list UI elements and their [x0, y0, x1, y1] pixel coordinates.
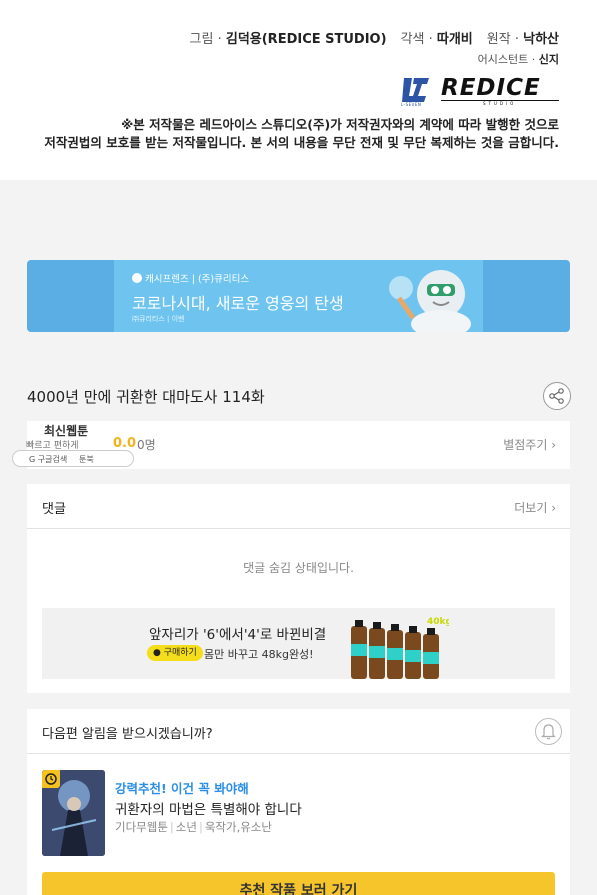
- publisher-logos: L-SEVEN REDICE STUDIO: [401, 74, 559, 108]
- l-seven-wordmark: L-SEVEN: [401, 102, 422, 107]
- wait-free-badge: [42, 770, 60, 788]
- recommended-title[interactable]: 귀환자의 마법은 특별해야 합니다: [115, 798, 302, 818]
- hazmat-character-illustration: [389, 270, 471, 332]
- art-name: 김덕용(REDICE STUDIO): [225, 32, 387, 47]
- bell-icon: [541, 724, 556, 740]
- comments-title: 댓글: [42, 502, 66, 517]
- comments-more-link[interactable]: 더보기 ›: [514, 499, 556, 516]
- notification-toggle-button[interactable]: [535, 718, 562, 745]
- ad-banner-title: 코로나시대, 새로운 영웅의 탄생: [132, 294, 344, 313]
- share-button[interactable]: [543, 382, 571, 410]
- comments-hidden-message: 댓글 숨김 상태입니다.: [243, 561, 354, 575]
- redice-wordmark: REDICE: [441, 75, 541, 101]
- recommended-tag: 소년: [175, 820, 197, 834]
- assistant-label: 어시스턴트: [477, 53, 529, 66]
- comment-ad-buy-button[interactable]: ● 구매하기: [147, 645, 203, 661]
- recommended-meta: 기다무웹툰 | 소년 | 욱작가,유소난: [115, 820, 272, 834]
- comment-ad-desc: 몸만 바꾸고 48kg완성!: [204, 648, 314, 661]
- comment-ad-title: 앞자리가 '6'에서'4'로 바뀐비결: [149, 627, 327, 643]
- rating-count: 0명: [137, 438, 156, 452]
- original-name: 낙하산: [523, 32, 559, 47]
- art-label: 그림: [189, 32, 214, 47]
- credits-line-assistant: 어시스턴트 · 신지: [477, 53, 559, 66]
- recommended-promo-text: 강력추천! 이건 꼭 봐야해: [115, 781, 249, 796]
- credits-line-staff: 그림 · 김덕용(REDICE STUDIO) 각색 · 따개비 원작 · 낙하산: [189, 32, 559, 47]
- recommended-genre: 기다무웹툰: [115, 820, 168, 834]
- l-seven-logo: L-SEVEN: [401, 75, 431, 107]
- product-bottles-image: 40kg: [351, 617, 449, 679]
- ad-badge: 40kg: [427, 617, 449, 627]
- widget-title: 최신웹툰: [44, 424, 89, 438]
- rate-episode-link[interactable]: 별점주기 ›: [503, 436, 556, 453]
- copyright-notice: ※본 저작물은 레드아이스 스튜디오(주)가 저작권자와의 계약에 따라 발행한…: [44, 116, 559, 152]
- recommended-thumbnail[interactable]: [42, 770, 105, 856]
- adapt-label: 각색: [400, 32, 425, 47]
- cart-icon: ●: [153, 648, 164, 658]
- clock-icon: [45, 773, 57, 785]
- widget-search-pill[interactable]: G 구글검색 툰북: [12, 450, 134, 467]
- comments-section: 댓글 더보기 › 댓글 숨김 상태입니다. 앞자리가 '6'에서'4'로 바뀐비…: [27, 484, 570, 693]
- ad-banner-sub: ㈜큐리티스 | 이벤: [132, 315, 185, 323]
- assistant-name: 신지: [538, 53, 559, 66]
- original-label: 원작: [486, 32, 511, 47]
- ad-banner-brand: 캐시프렌즈 | (주)큐리티스: [132, 271, 249, 285]
- recommended-authors: 욱작가,유소난: [204, 820, 272, 834]
- toonbook-label: 툰북: [79, 455, 94, 464]
- redice-subtitle: STUDIO: [483, 101, 517, 106]
- adapt-name: 따개비: [436, 32, 473, 47]
- copyright-notice-line2: 저작권법의 보호를 받는 저작물입니다. 본 서의 내용을 무단 전재 및 무단…: [44, 135, 559, 150]
- ad-banner[interactable]: 캐시프렌즈 | (주)큐리티스 코로나시대, 새로운 영웅의 탄생 ㈜큐리티스 …: [27, 260, 570, 332]
- episode-title: 4000년 만에 귀환한 대마도사 114화: [27, 388, 265, 406]
- comments-header: 댓글 더보기 ›: [27, 484, 570, 529]
- redice-studio-logo: REDICE STUDIO: [441, 75, 559, 107]
- credits-section: 그림 · 김덕용(REDICE STUDIO) 각색 · 따개비 원작 · 낙하산 …: [0, 0, 597, 180]
- notification-question: 다음편 알림을 받으시겠습니까?: [42, 727, 213, 742]
- notification-header: 다음편 알림을 받으시겠습니까?: [27, 709, 570, 754]
- google-search-label: G 구글검색: [29, 455, 68, 464]
- see-recommendations-button[interactable]: 추천 작품 보러 가기: [42, 872, 555, 895]
- notification-section: 다음편 알림을 받으시겠습니까? 강력추천! 이건 꼭 봐야해 귀환자의 마법은…: [27, 709, 570, 895]
- floating-webtoon-widget[interactable]: 최신웹툰 빠르고 편하게 G 구글검색 툰북: [12, 420, 134, 468]
- brand-logo-icon: [132, 273, 142, 283]
- copyright-notice-line1: ※본 저작물은 레드아이스 스튜디오(주)가 저작권자와의 계약에 따라 발행한…: [121, 117, 559, 132]
- share-icon: [549, 388, 564, 404]
- ad-banner-content: 캐시프렌즈 | (주)큐리티스 코로나시대, 새로운 영웅의 탄생 ㈜큐리티스 …: [114, 260, 483, 332]
- comment-ad[interactable]: 앞자리가 '6'에서'4'로 바뀐비결 ● 구매하기 몸만 바꾸고 48kg완성…: [42, 608, 555, 679]
